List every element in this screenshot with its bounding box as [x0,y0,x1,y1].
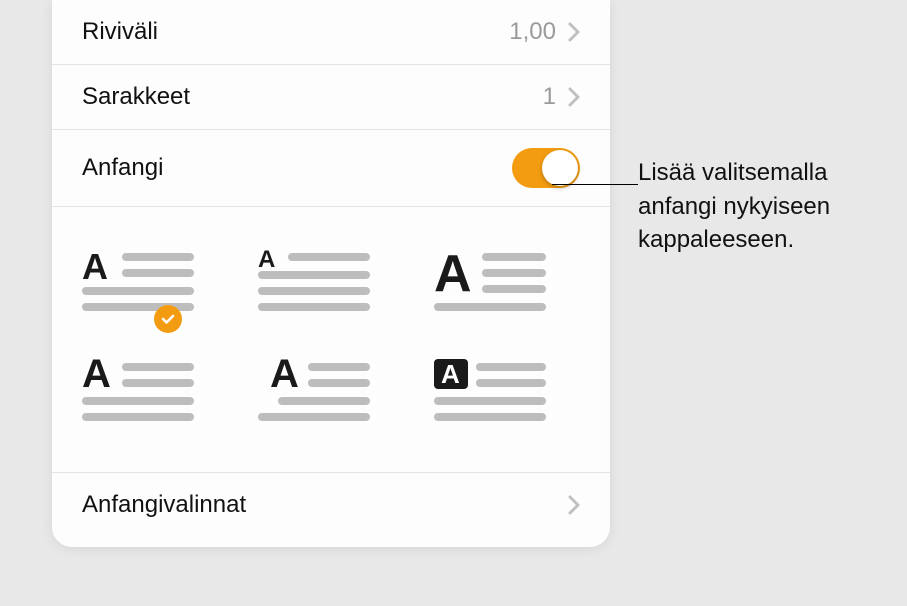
svg-text:A: A [441,359,460,389]
callout-line2: anfangi nykyiseen [638,190,888,224]
line-spacing-label: Riviväli [82,18,509,46]
dropcap-style-5[interactable]: A [258,357,378,437]
columns-value: 1 [543,83,556,111]
dropcap-style-grid: A A A [52,207,610,473]
row-dropcap-options[interactable]: Anfangivalinnat [52,473,610,537]
svg-text:A: A [270,357,299,396]
dropcap-style-4[interactable]: A [82,357,202,437]
callout-line1: Lisää valitsemalla [638,156,888,190]
dropcap-label: Anfangi [82,154,512,182]
dropcap-style-3[interactable]: A [434,247,554,327]
toggle-knob [542,150,578,186]
svg-text:A: A [82,247,108,287]
row-columns[interactable]: Sarakkeet 1 [52,65,610,130]
svg-text:A: A [258,247,275,273]
svg-text:A: A [434,247,472,303]
dropcap-style-1[interactable]: A [82,247,202,327]
dropcap-style-2[interactable]: A [258,247,378,327]
callout-leader-line [552,184,638,185]
callout-line3: kappaleeseen. [638,223,888,257]
chevron-right-icon [568,495,580,515]
chevron-right-icon [568,22,580,42]
svg-text:A: A [82,357,111,396]
dropcap-options-label: Anfangivalinnat [82,491,568,519]
line-spacing-value: 1,00 [509,18,556,46]
row-line-spacing[interactable]: Riviväli 1,00 [52,0,610,65]
row-dropcap: Anfangi [52,130,610,207]
columns-label: Sarakkeet [82,83,543,111]
dropcap-style-6[interactable]: A [434,357,554,437]
check-icon [154,305,182,333]
format-panel: Riviväli 1,00 Sarakkeet 1 Anfangi A [52,0,610,547]
chevron-right-icon [568,87,580,107]
dropcap-toggle[interactable] [512,148,580,188]
callout-text: Lisää valitsemalla anfangi nykyiseen kap… [638,156,888,257]
